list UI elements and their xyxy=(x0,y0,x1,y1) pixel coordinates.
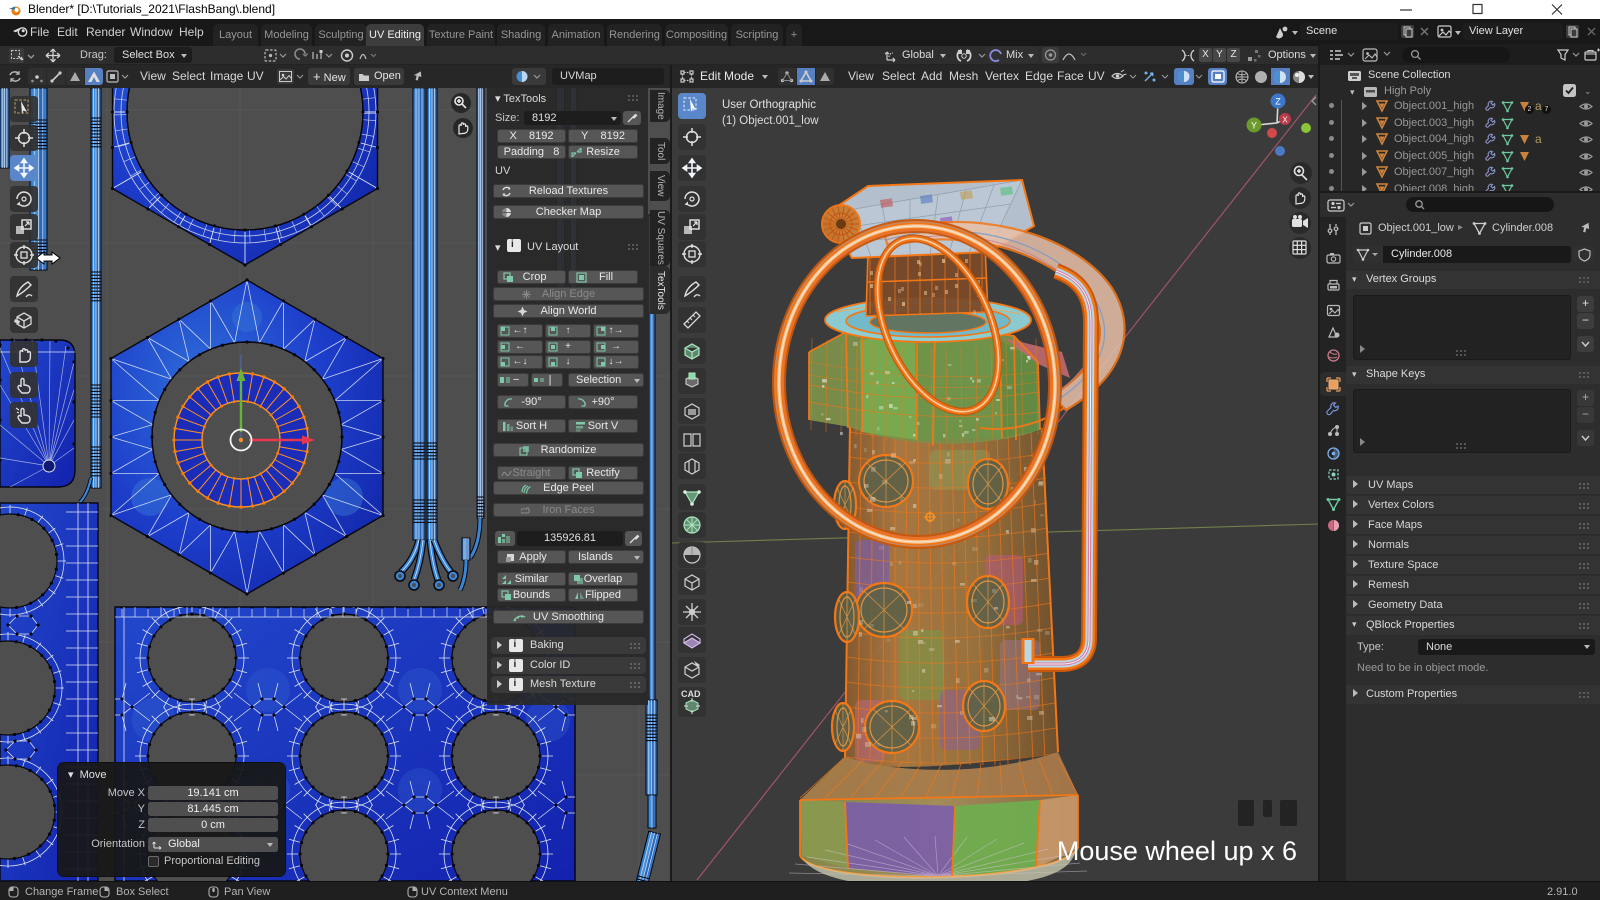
svg-text:(1) Object.001_low: (1) Object.001_low xyxy=(722,115,819,127)
svg-text:User Orthographic: User Orthographic xyxy=(722,99,816,111)
svg-text:Mouse wheel up x 6: Mouse wheel up x 6 xyxy=(1057,836,1297,866)
svg-text:Z: Z xyxy=(1275,97,1281,107)
svg-text:Y: Y xyxy=(1251,121,1257,131)
svg-text:X: X xyxy=(1282,116,1288,125)
